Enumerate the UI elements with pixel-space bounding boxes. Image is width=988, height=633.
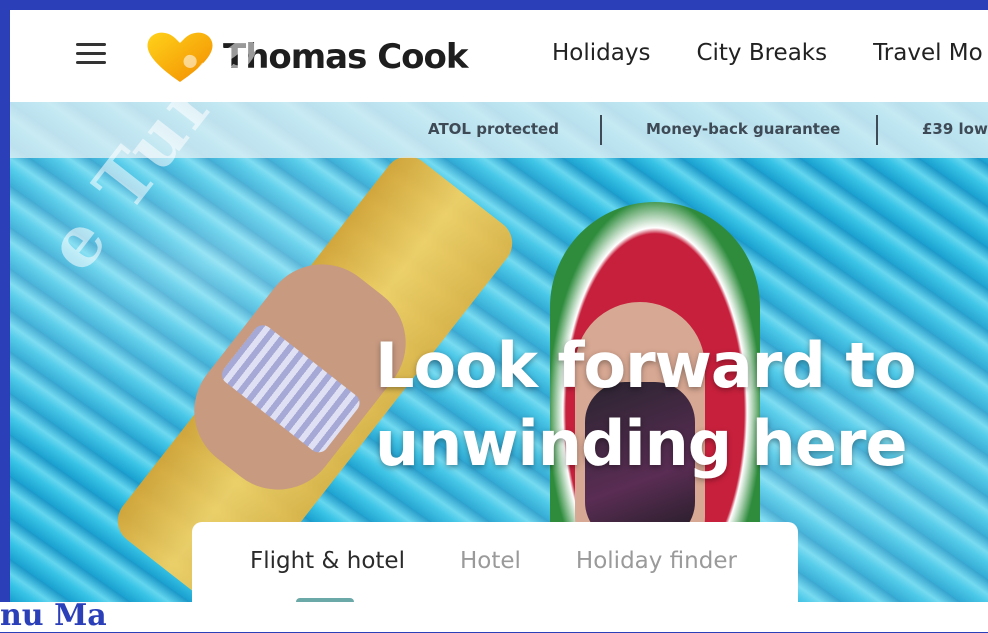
- nav-holidays[interactable]: Holidays: [552, 40, 650, 66]
- heart-logo-icon: [147, 32, 213, 82]
- trust-item-money-back: Money-back guarantee: [646, 120, 841, 138]
- trust-item-atol: ATOL protected: [428, 120, 559, 138]
- trust-divider: [876, 115, 878, 145]
- bottom-watermark-text: nu Ma: [0, 598, 107, 633]
- main-nav: Holidays City Breaks Travel Mo: [552, 40, 988, 66]
- trust-bar: ATOL protected Money-back guarantee £39 …: [10, 102, 988, 158]
- bottom-strip: nu Ma: [0, 598, 988, 633]
- hero-headline: Look forward to unwinding here: [375, 327, 917, 483]
- headline-line-2: unwinding here: [375, 407, 907, 480]
- tab-holiday-finder[interactable]: Holiday finder: [576, 548, 737, 574]
- nav-city-breaks[interactable]: City Breaks: [696, 40, 827, 66]
- nav-travel-money[interactable]: Travel Mo: [873, 40, 983, 66]
- site-header: Thomas Cook Holidays City Breaks Travel …: [10, 10, 988, 102]
- tab-flight-hotel[interactable]: Flight & hotel: [250, 548, 405, 574]
- search-tabs: Flight & hotel Hotel Holiday finder: [250, 548, 792, 574]
- thomas-cook-logo[interactable]: Thomas Cook: [145, 30, 468, 84]
- hero-banner: ATOL protected Money-back guarantee £39 …: [10, 102, 988, 632]
- hamburger-menu-icon[interactable]: [76, 43, 106, 65]
- tab-hotel[interactable]: Hotel: [460, 548, 521, 574]
- trust-item-low-deposit: £39 low: [922, 120, 988, 138]
- headline-line-1: Look forward to: [375, 329, 917, 402]
- trust-divider: [600, 115, 602, 145]
- brand-name: Thomas Cook: [223, 37, 468, 77]
- browser-page: Thomas Cook Holidays City Breaks Travel …: [10, 10, 988, 632]
